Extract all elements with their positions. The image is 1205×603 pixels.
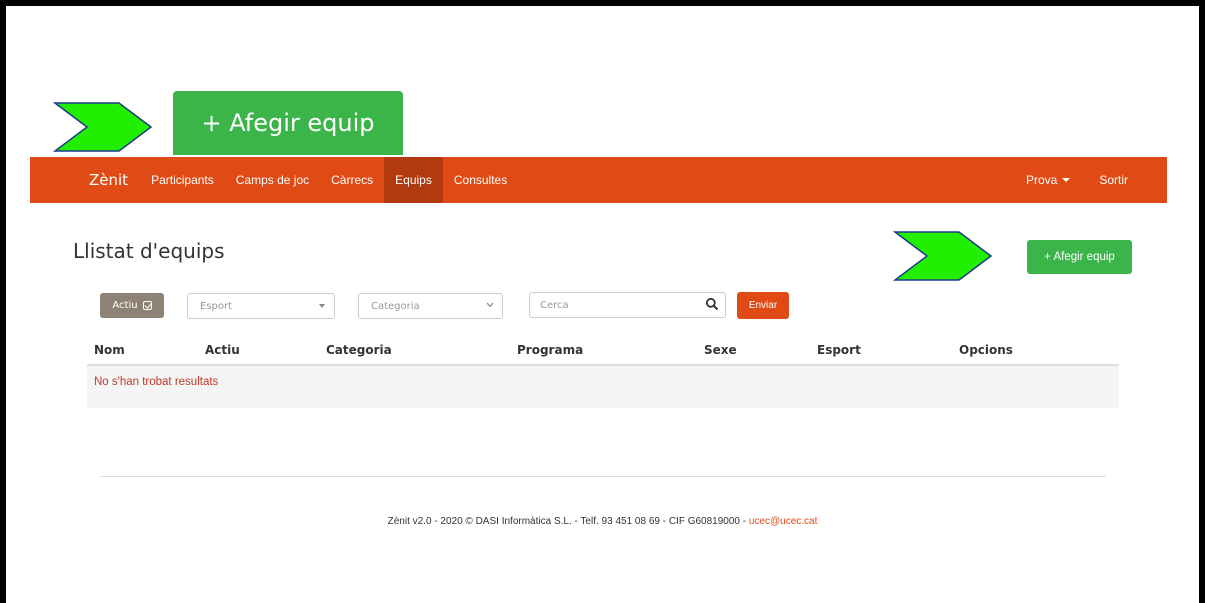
column-header-esport[interactable]: Esport (817, 343, 861, 357)
brand-logo[interactable]: Zènit (30, 157, 140, 203)
nav-camps-de-joc[interactable]: Camps de joc (225, 157, 320, 203)
nav-consultes[interactable]: Consultes (443, 157, 518, 203)
search-placeholder: Cerca (540, 299, 569, 311)
callout-arrow-icon (53, 101, 153, 153)
checkbox-checked-icon (142, 301, 152, 310)
search-icon[interactable] (705, 297, 719, 311)
footer-divider (100, 476, 1106, 477)
page-title: Llistat d'equips (73, 239, 225, 263)
sport-select-placeholder: Esport (200, 300, 233, 312)
nav-equips[interactable]: Equips (384, 157, 443, 203)
caret-down-icon (319, 304, 325, 308)
top-navbar: Zènit Participants Camps de joc Càrrecs … (30, 157, 1167, 203)
nav-participants[interactable]: Participants (140, 157, 225, 203)
user-menu-label: Prova (1025, 173, 1058, 187)
page-footer: Zènit v2.0 - 2020 © DASI Informàtica S.L… (6, 516, 1199, 527)
footer-text: Zènit v2.0 - 2020 © DASI Informàtica S.L… (387, 516, 749, 527)
table-row (87, 366, 1119, 408)
caret-down-icon (1062, 178, 1071, 182)
footer-email-link[interactable]: ucec@ucec.cat (749, 516, 818, 527)
add-team-callout-label: + Afegir equip (201, 109, 375, 137)
nav-carrecs[interactable]: Càrrecs (320, 157, 384, 203)
search-input[interactable]: Cerca (529, 292, 726, 318)
column-header-opcions: Opcions (959, 343, 1013, 357)
column-header-nom[interactable]: Nom (94, 343, 125, 357)
send-button[interactable]: Enviar (737, 292, 789, 319)
empty-results-message: No s'han trobat resultats (94, 376, 219, 388)
column-header-categoria[interactable]: Categoria (326, 343, 392, 357)
sport-select[interactable]: Esport (187, 293, 335, 319)
user-menu-dropdown[interactable]: Prova (1015, 157, 1081, 203)
active-filter-toggle[interactable]: Actiu (100, 293, 164, 318)
category-select[interactable]: Categoria (358, 293, 503, 319)
category-select-placeholder: Categoria (371, 300, 420, 312)
column-header-programa[interactable]: Programa (517, 343, 583, 357)
nav-right-group: Prova Sortir (1015, 157, 1167, 203)
add-team-callout-button[interactable]: + Afegir equip (173, 91, 403, 155)
column-header-sexe[interactable]: Sexe (704, 343, 737, 357)
page-frame: + Afegir equip Zènit Participants Camps … (6, 6, 1199, 603)
chevron-down-icon (486, 301, 494, 311)
callout-arrow-icon (893, 230, 993, 282)
logout-link[interactable]: Sortir (1081, 157, 1139, 203)
column-header-actiu[interactable]: Actiu (205, 343, 240, 357)
active-filter-label: Actiu (112, 300, 138, 311)
add-team-button[interactable]: + Afegir equip (1027, 240, 1132, 274)
